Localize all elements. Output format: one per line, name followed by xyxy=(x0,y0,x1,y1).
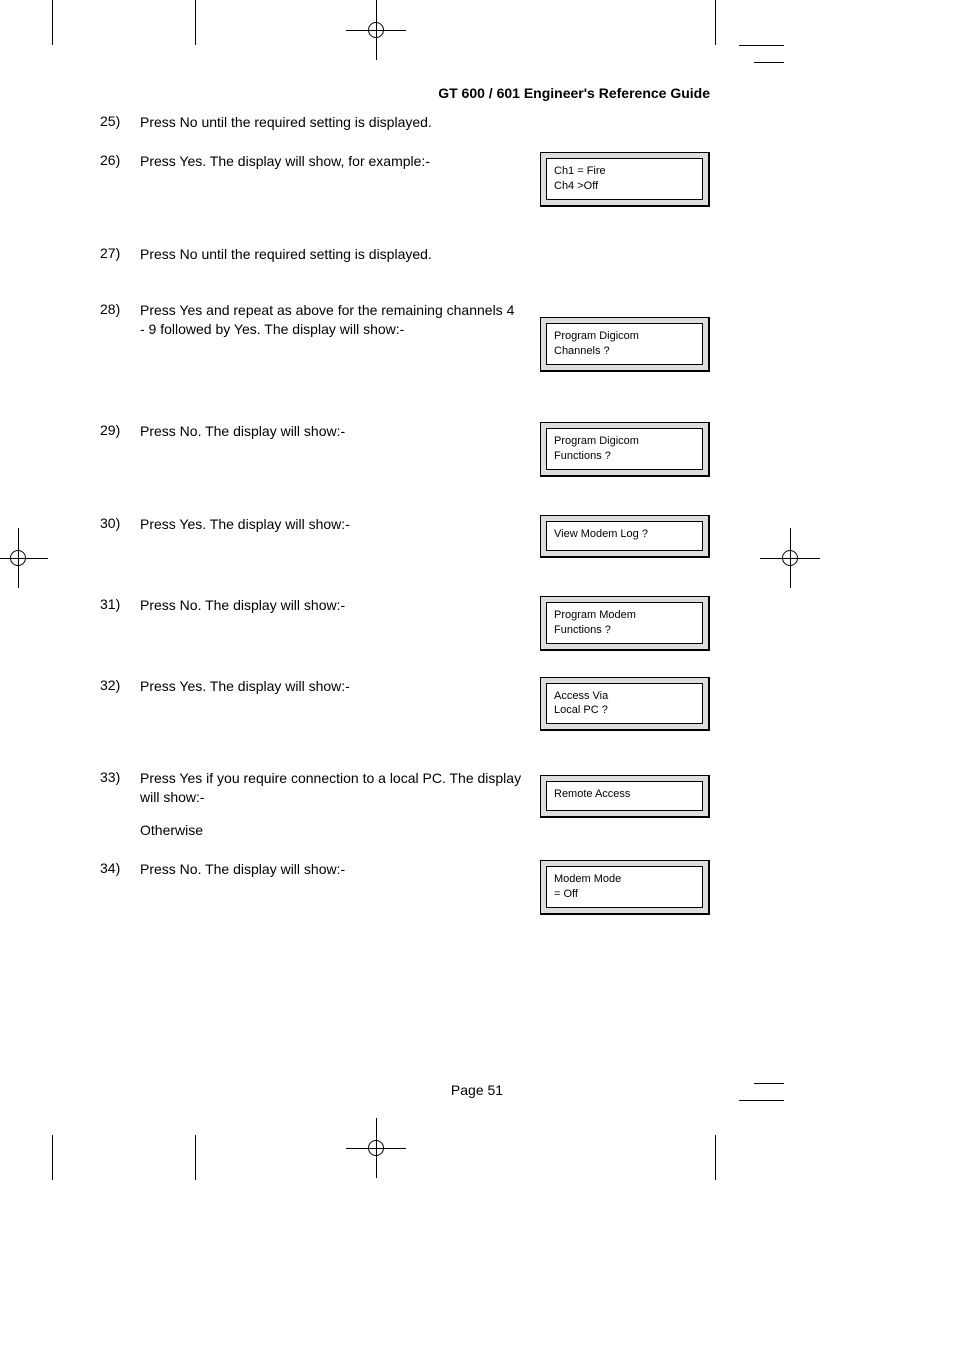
step-row: 28) Press Yes and repeat as above for th… xyxy=(100,301,710,372)
step-text: Press Yes if you require connection to a… xyxy=(140,769,540,840)
step-row: 32) Press Yes. The display will show:- A… xyxy=(100,677,710,732)
page-title: GT 600 / 601 Engineer's Reference Guide xyxy=(100,85,710,101)
lcd-display: Program Digicom Functions ? xyxy=(540,422,710,477)
step-number: 34) xyxy=(100,860,140,876)
registration-mark-icon xyxy=(0,528,48,588)
lcd-screen: Program Digicom Channels ? xyxy=(546,323,703,365)
step-text: Press No. The display will show:- xyxy=(140,860,540,879)
lcd-screen: Access Via Local PC ? xyxy=(546,683,703,725)
crop-mark xyxy=(195,1135,196,1180)
step-text: Press No until the required setting is d… xyxy=(140,245,540,264)
lcd-screen: Ch1 = Fire Ch4 >Off xyxy=(546,158,703,200)
registration-mark-icon xyxy=(346,1118,406,1178)
lcd-display: Program Modem Functions ? xyxy=(540,596,710,651)
lcd-line-2: Local PC ? xyxy=(554,703,695,718)
lcd-display: Remote Access xyxy=(540,775,710,818)
crop-mark xyxy=(739,1100,784,1101)
lcd-display: Program Digicom Channels ? xyxy=(540,317,710,372)
step-text: Press No. The display will show:- xyxy=(140,422,540,441)
step-row: 27) Press No until the required setting … xyxy=(100,245,710,264)
crop-mark xyxy=(52,0,53,45)
step-row: 29) Press No. The display will show:- Pr… xyxy=(100,422,710,477)
step-number: 26) xyxy=(100,152,140,168)
crop-mark xyxy=(754,62,784,63)
lcd-screen: Program Modem Functions ? xyxy=(546,602,703,644)
step-text-otherwise: Otherwise xyxy=(140,821,522,840)
step-text: Press Yes. The display will show:- xyxy=(140,515,540,534)
step-number: 29) xyxy=(100,422,140,438)
lcd-screen: View Modem Log ? xyxy=(546,521,703,551)
step-text: Press Yes and repeat as above for the re… xyxy=(140,301,540,339)
step-text: Press No until the required setting is d… xyxy=(140,113,540,132)
registration-mark-icon xyxy=(760,528,820,588)
step-text-main: Press Yes if you require connection to a… xyxy=(140,770,521,805)
crop-mark xyxy=(52,1135,53,1180)
crop-mark xyxy=(715,0,716,45)
page-content: GT 600 / 601 Engineer's Reference Guide … xyxy=(100,85,710,935)
step-row: 34) Press No. The display will show:- Mo… xyxy=(100,860,710,915)
step-text: Press No. The display will show:- xyxy=(140,596,540,615)
lcd-line-1: Ch1 = Fire xyxy=(554,165,606,177)
lcd-line-1: Program Modem xyxy=(554,609,636,621)
step-number: 28) xyxy=(100,301,140,317)
page-number: Page 51 xyxy=(0,1082,954,1098)
lcd-line-1: Access Via xyxy=(554,690,608,702)
step-text: Press Yes. The display will show, for ex… xyxy=(140,152,540,171)
lcd-line-1: Modem Mode xyxy=(554,873,621,885)
lcd-display: Modem Mode = Off xyxy=(540,860,710,915)
step-number: 25) xyxy=(100,113,140,129)
step-row: 33) Press Yes if you require connection … xyxy=(100,769,710,840)
step-text: Press Yes. The display will show:- xyxy=(140,677,540,696)
lcd-line-2: Functions ? xyxy=(554,449,695,464)
step-number: 33) xyxy=(100,769,140,785)
lcd-screen: Modem Mode = Off xyxy=(546,866,703,908)
lcd-line-1: Program Digicom xyxy=(554,330,639,342)
step-row: 26) Press Yes. The display will show, fo… xyxy=(100,152,710,207)
step-number: 30) xyxy=(100,515,140,531)
lcd-display: Access Via Local PC ? xyxy=(540,677,710,732)
step-number: 32) xyxy=(100,677,140,693)
lcd-display: Ch1 = Fire Ch4 >Off xyxy=(540,152,710,207)
step-row: 31) Press No. The display will show:- Pr… xyxy=(100,596,710,651)
lcd-display: View Modem Log ? xyxy=(540,515,710,558)
lcd-line-1: View Modem Log ? xyxy=(554,528,648,540)
crop-mark xyxy=(715,1135,716,1180)
lcd-line-2: Ch4 >Off xyxy=(554,179,695,194)
lcd-screen: Program Digicom Functions ? xyxy=(546,428,703,470)
registration-mark-icon xyxy=(346,0,406,60)
step-row: 30) Press Yes. The display will show:- V… xyxy=(100,515,710,558)
lcd-line-2: Channels ? xyxy=(554,344,695,359)
lcd-screen: Remote Access xyxy=(546,781,703,811)
crop-mark xyxy=(195,0,196,45)
step-number: 27) xyxy=(100,245,140,261)
lcd-line-2: Functions ? xyxy=(554,623,695,638)
lcd-line-1: Remote Access xyxy=(554,788,630,800)
step-row: 25) Press No until the required setting … xyxy=(100,113,710,132)
step-number: 31) xyxy=(100,596,140,612)
crop-mark xyxy=(739,45,784,46)
lcd-line-2: = Off xyxy=(554,887,695,902)
page-sheet: GT 600 / 601 Engineer's Reference Guide … xyxy=(0,0,954,1350)
lcd-line-1: Program Digicom xyxy=(554,435,639,447)
